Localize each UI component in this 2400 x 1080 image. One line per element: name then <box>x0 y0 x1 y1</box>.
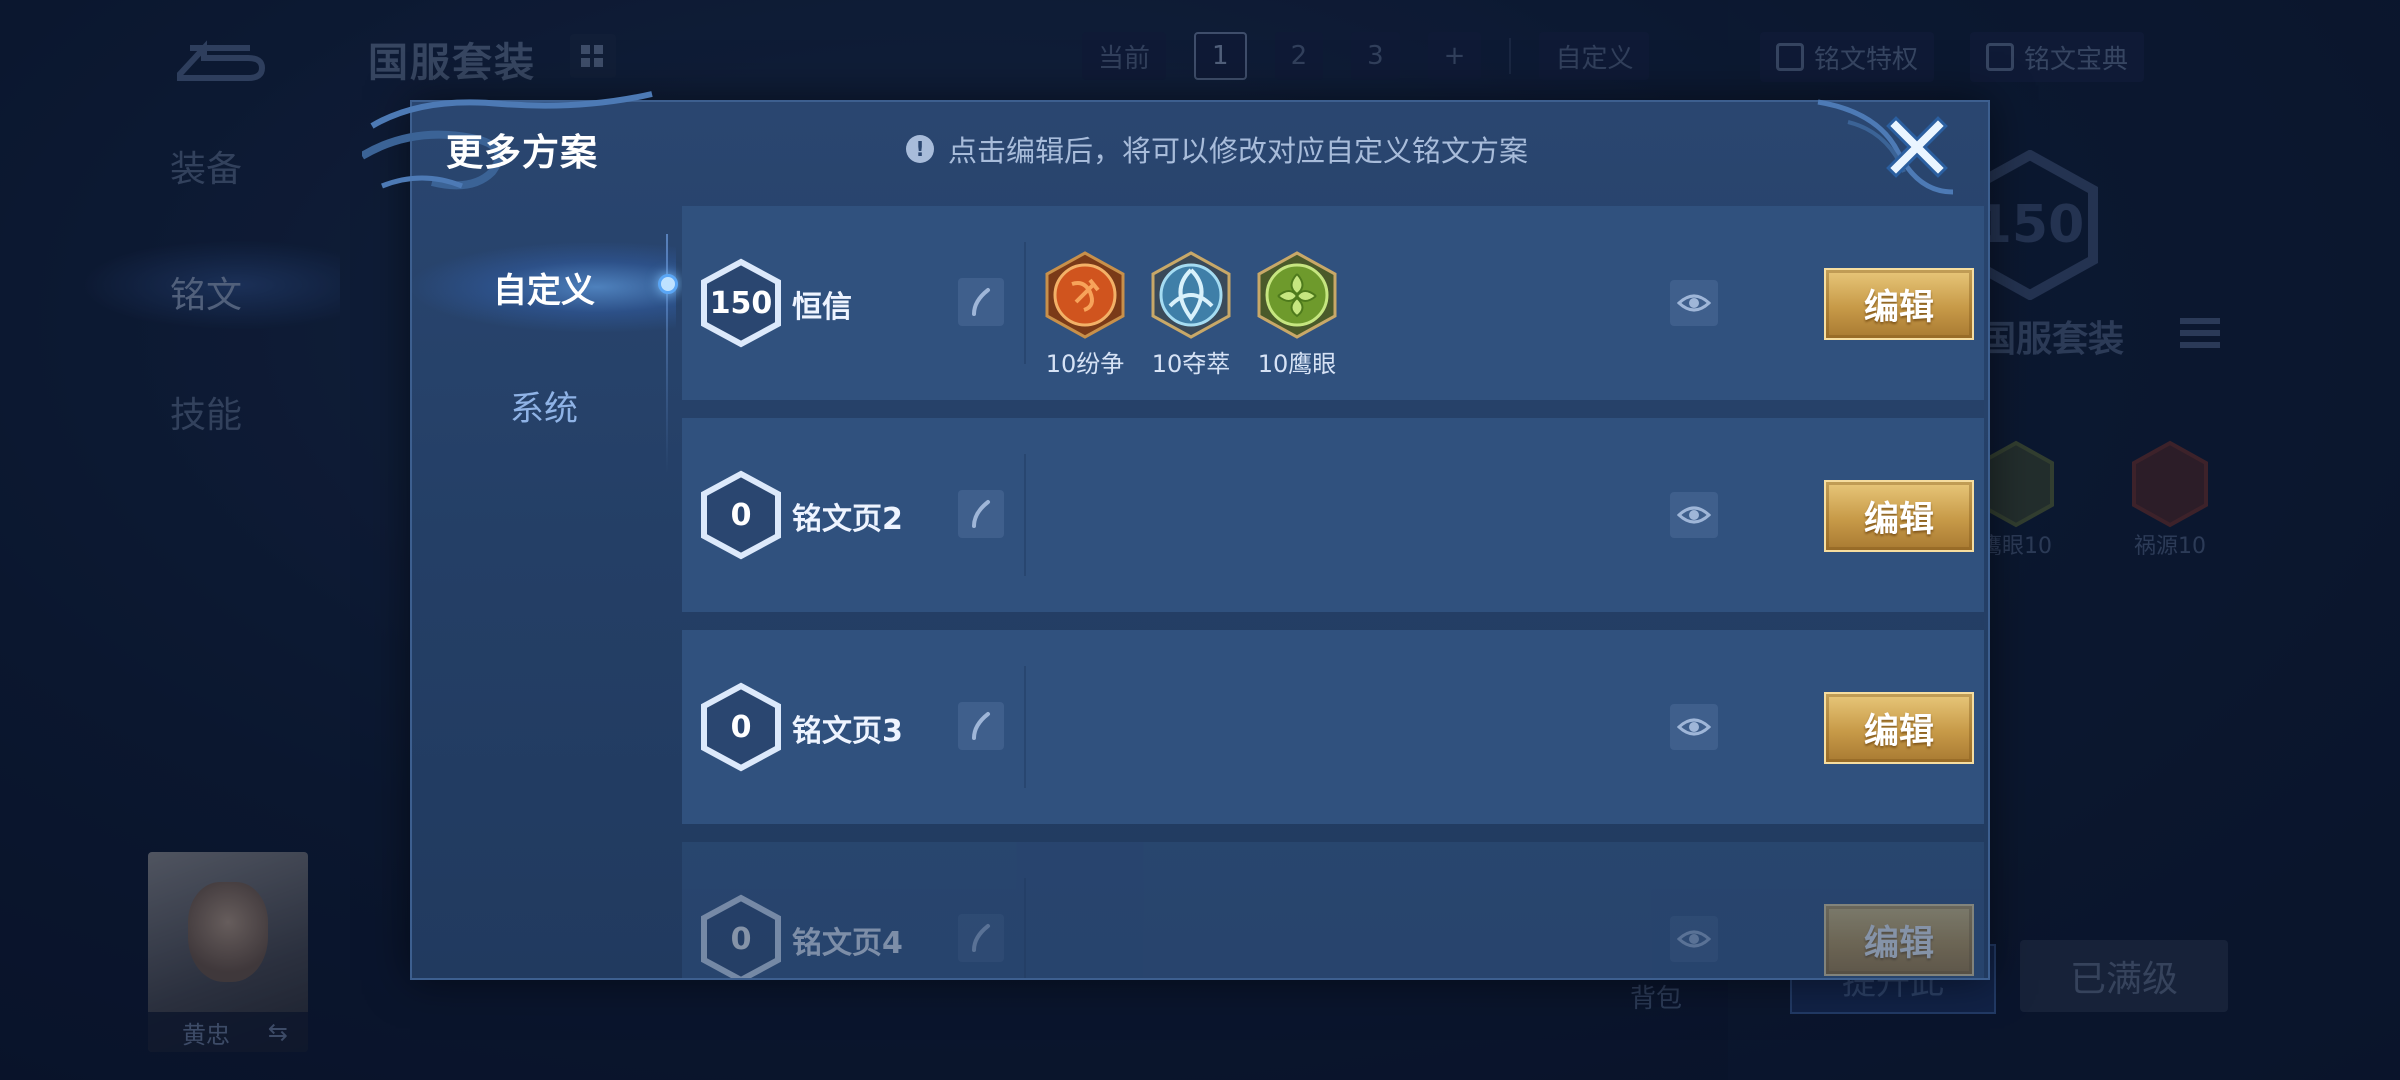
swap-icon[interactable]: ⇆ <box>268 1018 288 1046</box>
pencil-icon <box>972 500 990 528</box>
eye-icon <box>1677 718 1711 736</box>
back-arrow-icon <box>177 40 266 81</box>
grid-view-icon[interactable] <box>570 34 616 78</box>
rune-label: 10鹰眼 <box>1257 350 1337 378</box>
dialog-side-tabs: 自定义 系统 <box>412 220 676 580</box>
pencil-icon <box>972 288 990 316</box>
tab-page-2[interactable]: 2 <box>1274 32 1324 80</box>
preview-button[interactable] <box>1670 704 1718 750</box>
guide-button-label: 铭文宝典 <box>2024 44 2129 75</box>
background-rune-label-2: 祸源10 <box>2134 534 2206 559</box>
hero-portrait <box>188 882 268 982</box>
rune-label: 10夺萃 <box>1151 350 1231 378</box>
bag-label[interactable]: 背包 <box>1630 978 1682 1015</box>
nav-skills[interactable]: 技能 <box>170 386 242 438</box>
level-badge: 150 <box>700 258 782 348</box>
rune-seize-icon <box>1151 251 1231 339</box>
level-number: 150 <box>709 285 773 321</box>
row-separator <box>1024 878 1026 978</box>
page-name: 恒信 <box>792 290 852 325</box>
page-name: 铭文页3 <box>792 714 903 749</box>
level-number: 0 <box>730 709 752 745</box>
edit-button[interactable]: 编辑 <box>1824 904 1974 976</box>
dialog-hint: ! 点击编辑后，将可以修改对应自定义铭文方案 <box>906 128 1528 170</box>
rune-page-row: 150 恒信 10纷争 10夺萃 10鹰眼 编辑 <box>682 206 1984 400</box>
background-rune-calamity-icon <box>2132 440 2208 528</box>
dialog-title: 更多方案 <box>446 131 598 174</box>
background-title: 国服套装 <box>368 40 536 86</box>
rune-item[interactable]: 10纷争 <box>1044 250 1126 379</box>
tab-page-3[interactable]: 3 <box>1351 32 1400 80</box>
rune-eagle-eye-icon <box>1257 251 1337 339</box>
back-button[interactable] <box>170 28 270 84</box>
rune-discord-icon <box>1045 251 1125 339</box>
eye-icon <box>1677 294 1711 312</box>
privilege-button[interactable]: 铭文特权 <box>1760 32 1935 82</box>
tab-custom[interactable]: 自定义 <box>1539 32 1650 80</box>
preview-button[interactable] <box>1670 492 1718 538</box>
side-tab-custom[interactable]: 自定义 <box>412 242 676 332</box>
rune-page-list[interactable]: 150 恒信 10纷争 10夺萃 10鹰眼 编辑 0 铭文页2 编辑 0 铭文页… <box>682 206 1984 978</box>
level-badge: 0 <box>700 682 782 772</box>
background-rune-label-1: 鹰眼10 <box>1980 534 2052 559</box>
row-separator <box>1024 242 1026 364</box>
rune-page-row: 0 铭文页2 编辑 <box>682 418 1984 612</box>
pencil-icon <box>972 924 990 952</box>
rune-item[interactable]: 10鹰眼 <box>1256 250 1338 379</box>
level-number: 0 <box>730 921 752 957</box>
rename-button[interactable] <box>958 702 1004 750</box>
close-button[interactable] <box>1886 116 1948 178</box>
pencil-icon <box>972 712 990 740</box>
rune-book-icon <box>1986 43 2014 71</box>
info-icon: ! <box>906 135 934 163</box>
tab-page-1[interactable]: 1 <box>1194 32 1247 80</box>
tab-divider <box>1509 38 1512 74</box>
background-page-tabs: 当前 1 2 3 + 自定义 <box>1082 30 1650 82</box>
rune-page-row: 0 铭文页3 编辑 <box>682 630 1984 824</box>
level-badge: 0 <box>700 470 782 560</box>
rune-label: 10纷争 <box>1045 350 1125 378</box>
tab-add-page[interactable]: + <box>1427 32 1482 80</box>
menu-icon[interactable] <box>2180 318 2220 358</box>
eye-icon <box>1677 506 1711 524</box>
rune-list: 10纷争 10夺萃 10鹰眼 <box>1044 250 1338 379</box>
book-icon <box>1776 43 1804 71</box>
preview-button[interactable] <box>1670 916 1718 962</box>
background-set-name: 国服套装 <box>1980 319 2125 360</box>
level-badge: 0 <box>700 894 782 978</box>
rename-button[interactable] <box>958 490 1004 538</box>
level-number: 0 <box>730 497 752 533</box>
eye-icon <box>1677 930 1711 948</box>
side-tab-system[interactable]: 系统 <box>412 360 676 450</box>
page-name: 铭文页2 <box>792 502 903 537</box>
rename-button[interactable] <box>958 914 1004 962</box>
dialog-hint-text: 点击编辑后，将可以修改对应自定义铭文方案 <box>948 134 1529 168</box>
nav-runes[interactable]: 铭文 <box>170 266 242 318</box>
active-tab-indicator <box>658 274 678 294</box>
tab-current[interactable]: 当前 <box>1082 32 1167 80</box>
edit-button[interactable]: 编辑 <box>1824 692 1974 764</box>
row-separator <box>1024 666 1026 788</box>
maxed-button[interactable]: 已满级 <box>2020 940 2228 1012</box>
rune-item[interactable]: 10夺萃 <box>1150 250 1232 379</box>
side-divider <box>666 234 668 474</box>
rune-page-row: 0 铭文页4 编辑 <box>682 842 1984 978</box>
hero-name: 黄忠 <box>182 1020 230 1049</box>
hero-name-bar: 黄忠 ⇆ <box>148 1012 308 1052</box>
row-separator <box>1024 454 1026 576</box>
background-level-number: 150 <box>1976 195 2085 255</box>
edit-button[interactable]: 编辑 <box>1824 268 1974 340</box>
nav-equipment[interactable]: 装备 <box>170 140 242 192</box>
hero-card[interactable]: 黄忠 ⇆ <box>148 852 308 1052</box>
guide-button[interactable]: 铭文宝典 <box>1970 32 2145 82</box>
rename-button[interactable] <box>958 278 1004 326</box>
more-plans-dialog: 更多方案 ! 点击编辑后，将可以修改对应自定义铭文方案 自定义 系统 150 恒… <box>362 91 1990 980</box>
privilege-button-label: 铭文特权 <box>1814 44 1919 75</box>
edit-button[interactable]: 编辑 <box>1824 480 1974 552</box>
preview-button[interactable] <box>1670 280 1718 326</box>
page-name: 铭文页4 <box>792 926 903 961</box>
dialog-header: 更多方案 ! 点击编辑后，将可以修改对应自定义铭文方案 <box>362 91 1988 195</box>
close-icon <box>1886 116 1948 178</box>
